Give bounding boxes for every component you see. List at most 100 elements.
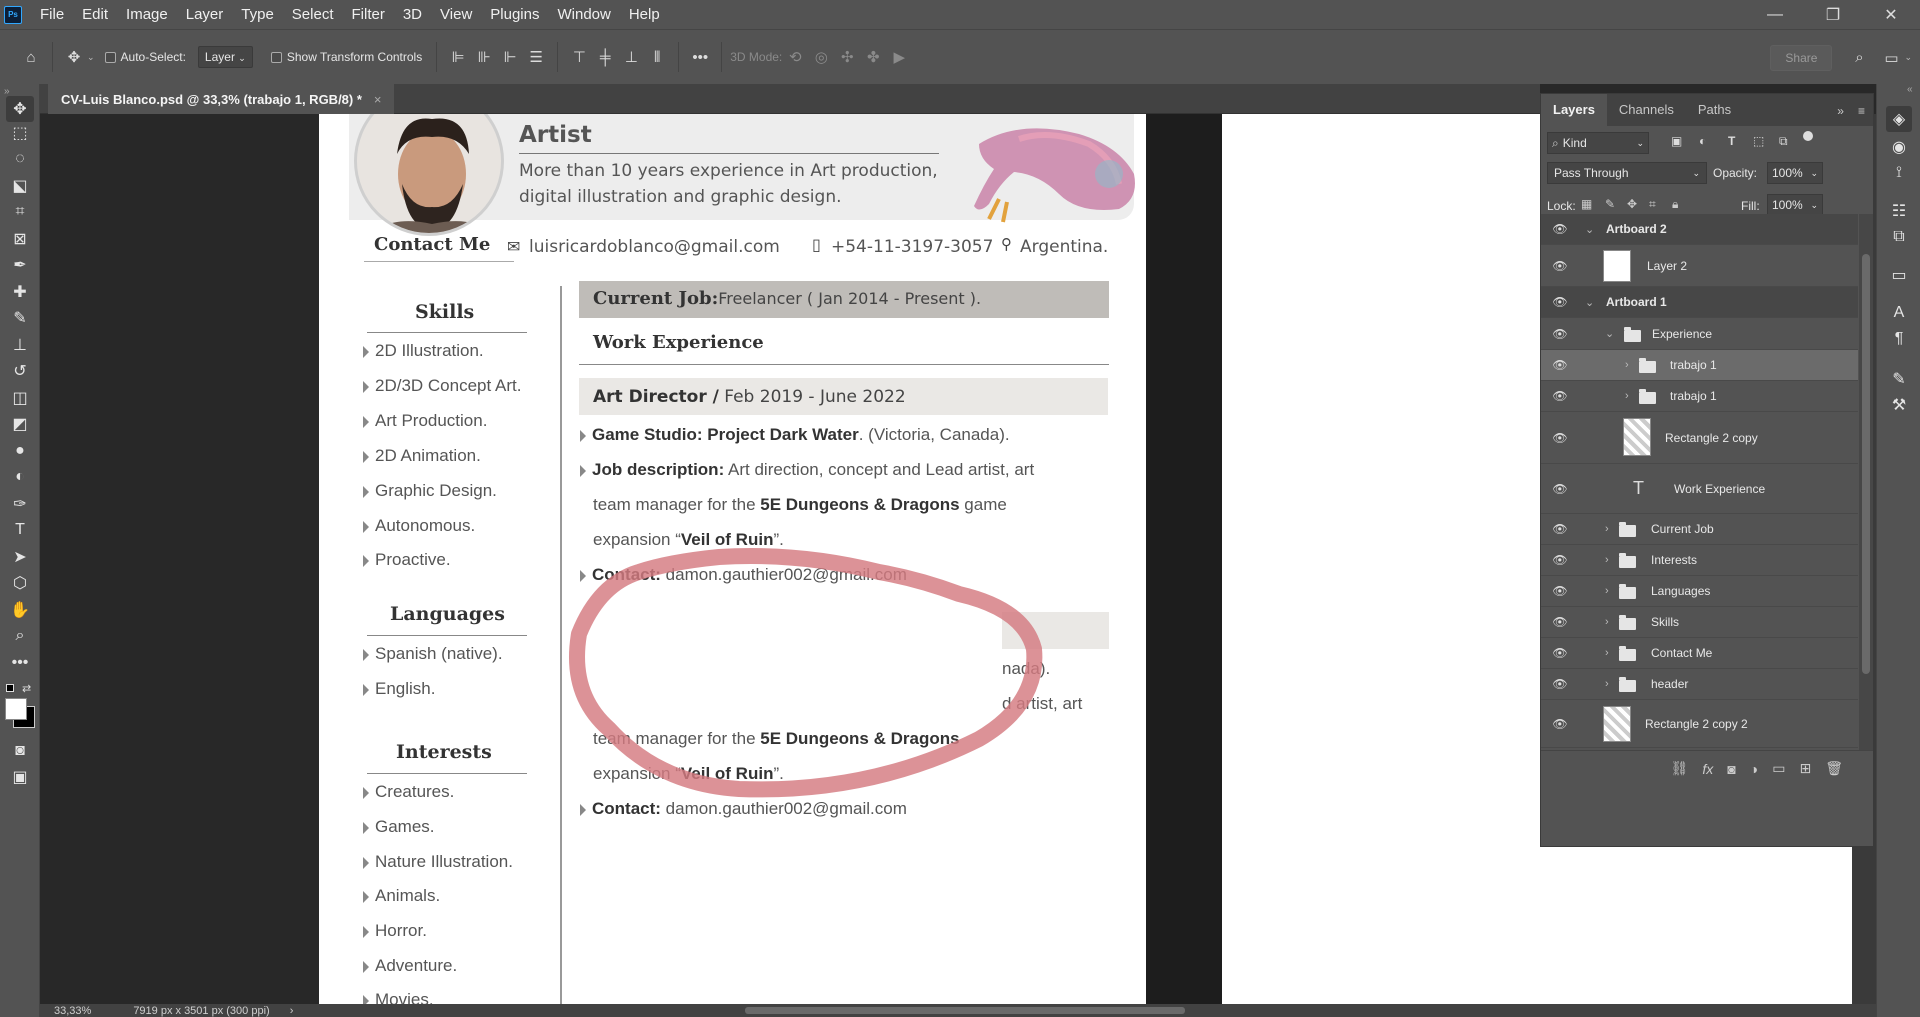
frame-icon[interactable]: ⊠	[6, 226, 34, 252]
document-tab[interactable]: CV-Luis Blanco.psd @ 33,3% (trabajo 1, R…	[48, 84, 394, 114]
tool-presets-icon[interactable]: ⚒	[1886, 392, 1912, 418]
filter-adjustment-icon[interactable]: ◐	[1699, 134, 1706, 148]
expand-chevron-icon[interactable]: ›	[1625, 390, 1629, 402]
menu-3d[interactable]: 3D	[394, 0, 431, 29]
panel-expand-icon[interactable]: »	[1831, 104, 1850, 126]
new-layer-icon[interactable]: ⊞	[1799, 760, 1811, 777]
restore-icon[interactable]: ❐	[1804, 0, 1862, 29]
visibility-eye-icon[interactable]: 👁︎	[1552, 358, 1568, 372]
layer-row[interactable]: 👁︎ T Work Experience	[1541, 464, 1858, 514]
visibility-eye-icon[interactable]: 👁︎	[1552, 222, 1568, 236]
paragraph-icon[interactable]: ¶	[1886, 326, 1912, 352]
path-select-icon[interactable]: ➤	[6, 544, 34, 570]
more-options-icon[interactable]: •••	[687, 44, 713, 70]
filter-smart-icon[interactable]: ⧉	[1779, 134, 1788, 149]
more-tools-icon[interactable]: •••	[6, 650, 34, 676]
auto-select-checkbox[interactable]	[104, 51, 116, 63]
swap-colors-icon[interactable]: ⇄	[22, 682, 31, 695]
menu-type[interactable]: Type	[232, 0, 283, 29]
collapse-chevron-icon[interactable]: ⌄	[1585, 223, 1594, 236]
menu-plugins[interactable]: Plugins	[481, 0, 548, 29]
menu-view[interactable]: View	[431, 0, 481, 29]
zoom-icon[interactable]: ⌕	[6, 623, 34, 649]
align-bottom-icon[interactable]: ⊥	[618, 44, 644, 70]
menu-window[interactable]: Window	[548, 0, 619, 29]
layer-filter-dropdown[interactable]: ⌕ Kind ⌄	[1547, 132, 1649, 154]
layer-row[interactable]: 👁︎ › Contact Me	[1541, 638, 1858, 669]
menu-select[interactable]: Select	[283, 0, 343, 29]
properties-icon[interactable]: ☷	[1886, 198, 1912, 224]
menu-layer[interactable]: Layer	[177, 0, 233, 29]
visibility-eye-icon[interactable]: 👁︎	[1552, 522, 1568, 536]
tab-layers[interactable]: Layers	[1541, 94, 1607, 126]
crop-icon[interactable]: ⌗	[6, 199, 34, 225]
move-tool-icon[interactable]: ✥	[61, 44, 87, 70]
visibility-eye-icon[interactable]: 👁︎	[1552, 615, 1568, 629]
tab-close-icon[interactable]: ×	[374, 92, 382, 107]
eraser-icon[interactable]: ◫	[6, 385, 34, 411]
eyedropper-icon[interactable]: ✒	[6, 252, 34, 278]
layers-scroll-thumb[interactable]	[1862, 254, 1870, 674]
zoom-level[interactable]: 33,33%	[54, 1005, 91, 1017]
align-left-icon[interactable]: ⊫	[445, 44, 471, 70]
adjustments-icon[interactable]: ◉	[1886, 134, 1912, 160]
brush-icon[interactable]: ✎	[6, 305, 34, 331]
visibility-eye-icon[interactable]: 👁︎	[1552, 295, 1568, 309]
expand-chevron-icon[interactable]: ›	[1605, 678, 1609, 690]
layer-row[interactable]: 👁︎ ⌄ Artboard 2	[1541, 214, 1858, 245]
blur-icon[interactable]: ●	[6, 438, 34, 464]
menu-help[interactable]: Help	[620, 0, 669, 29]
expand-chevron-icon[interactable]: ›	[1605, 647, 1609, 659]
menu-filter[interactable]: Filter	[343, 0, 394, 29]
pen-icon[interactable]: ✑	[6, 491, 34, 517]
shape-icon[interactable]: ⬡	[6, 570, 34, 596]
comments-icon[interactable]: ▭	[1886, 262, 1912, 288]
layer-row[interactable]: 👁︎ › Interests	[1541, 545, 1858, 576]
show-transform-checkbox[interactable]	[270, 51, 282, 63]
opacity-input[interactable]: 100% ⌄	[1767, 162, 1823, 184]
chevron-down-icon[interactable]: ⌄	[87, 52, 95, 63]
collapse-chevron-icon[interactable]: ⌄	[1605, 327, 1614, 340]
lock-artboard-icon[interactable]: ⌗	[1649, 197, 1656, 212]
move-icon[interactable]: ✥	[6, 96, 34, 122]
expand-chevron-icon[interactable]: ›	[1605, 585, 1609, 597]
search-icon[interactable]: ⌕	[1846, 45, 1872, 71]
bucket-icon[interactable]: ◩	[6, 411, 34, 437]
layer-row[interactable]: 👁︎ › header	[1541, 669, 1858, 700]
align-top-icon[interactable]: ⊤	[566, 44, 592, 70]
stamp-icon[interactable]: ⊥	[6, 332, 34, 358]
type-icon[interactable]: T	[6, 517, 34, 543]
menu-image[interactable]: Image	[117, 0, 177, 29]
lock-position-icon[interactable]: ✥	[1627, 197, 1637, 211]
close-icon[interactable]: ✕	[1862, 0, 1920, 29]
blend-mode-dropdown[interactable]: Pass Through ⌄	[1547, 162, 1707, 184]
brushes-icon[interactable]: ✎	[1886, 366, 1912, 392]
visibility-eye-icon[interactable]: 👁︎	[1552, 259, 1568, 273]
lock-all-icon[interactable]: 🔒︎	[1672, 197, 1678, 212]
screen-mode-icon[interactable]: ▣	[6, 764, 34, 790]
history-brush-icon[interactable]: ↺	[6, 358, 34, 384]
new-adjustment-icon[interactable]: ◑	[1750, 761, 1758, 777]
tab-paths[interactable]: Paths	[1686, 94, 1743, 126]
visibility-eye-icon[interactable]: 👁︎	[1552, 584, 1568, 598]
layer-row[interactable]: 👁︎ Rectangle 2 copy 2	[1541, 700, 1858, 748]
menu-edit[interactable]: Edit	[73, 0, 117, 29]
layer-row[interactable]: 👁︎ › Languages	[1541, 576, 1858, 607]
object-select-icon[interactable]: ⬕	[6, 173, 34, 199]
filter-pixel-icon[interactable]: ▣	[1671, 134, 1682, 148]
layer-row[interactable]: 👁︎ ⌄ Artboard 1	[1541, 287, 1858, 318]
expand-chevron-icon[interactable]: ›	[1605, 616, 1609, 628]
cv-document[interactable]: Artist More than 10 years experience in …	[319, 114, 1146, 1004]
expand-toolbar-icon[interactable]: »	[4, 86, 10, 97]
filter-shape-icon[interactable]: ⬚	[1753, 134, 1764, 148]
visibility-eye-icon[interactable]: 👁︎	[1552, 646, 1568, 660]
fill-input[interactable]: 100% ⌄	[1767, 194, 1823, 216]
align-right-icon[interactable]: ⊩	[497, 44, 523, 70]
horizontal-scroll-thumb[interactable]	[745, 1007, 1185, 1014]
dodge-icon[interactable]: ◐	[6, 464, 34, 490]
collapse-chevron-icon[interactable]: ⌄	[1585, 296, 1594, 309]
distribute-vertical-icon[interactable]: ⦀	[644, 44, 670, 70]
new-group-icon[interactable]: ▭	[1772, 760, 1785, 777]
visibility-eye-icon[interactable]: 👁︎	[1552, 553, 1568, 567]
marquee-icon[interactable]: ⬚	[6, 120, 34, 146]
